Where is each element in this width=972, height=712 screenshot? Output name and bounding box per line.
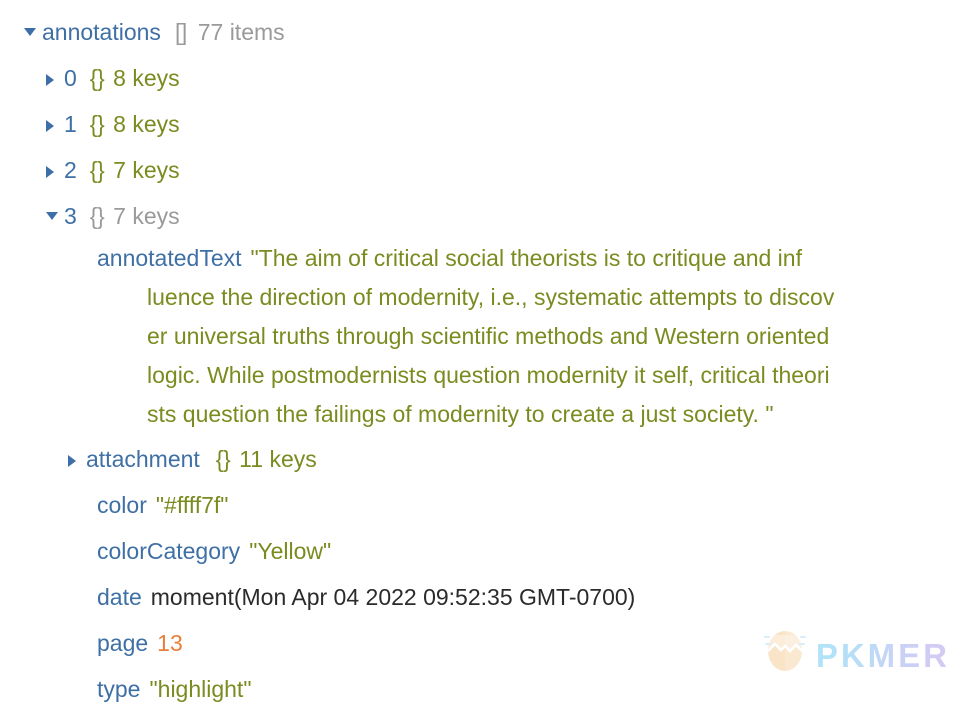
disclosure-triangle-right-icon[interactable] bbox=[46, 55, 64, 86]
attachment-key-count: 11 keys bbox=[239, 446, 317, 472]
property-value-page: 13 bbox=[157, 630, 183, 656]
tree-row-colorCategory[interactable]: colorCategory "Yellow" bbox=[0, 528, 972, 574]
annotatedText-line: sts question the failings of modernity t… bbox=[147, 401, 774, 427]
property-key-page: page bbox=[97, 630, 149, 656]
disclosure-triangle-right-icon[interactable] bbox=[46, 101, 64, 132]
tree-row-item-0[interactable]: 0 {} 8 keys bbox=[0, 55, 972, 101]
property-value-type: "highlight" bbox=[149, 676, 252, 702]
object-type-token: {} bbox=[215, 446, 231, 472]
item-index-label: 2 bbox=[64, 157, 77, 183]
item-key-count: 7 keys bbox=[113, 203, 180, 229]
item-key-count: 8 keys bbox=[113, 65, 180, 91]
item-key-count: 7 keys bbox=[113, 157, 180, 183]
object-type-token: {} bbox=[89, 157, 105, 183]
property-key-annotatedText: annotatedText bbox=[97, 245, 242, 271]
disclosure-triangle-down-icon[interactable] bbox=[46, 193, 64, 220]
property-key-color: color bbox=[97, 492, 147, 518]
tree-row-color[interactable]: color "#ffff7f" bbox=[0, 482, 972, 528]
property-key-type: type bbox=[97, 676, 141, 702]
property-value-date: moment(Mon Apr 04 2022 09:52:35 GMT-0700… bbox=[150, 584, 636, 610]
object-type-token: {} bbox=[89, 111, 105, 137]
item-index-label: 0 bbox=[64, 65, 77, 91]
object-type-token: {} bbox=[89, 65, 105, 91]
array-type-token: [] bbox=[174, 19, 187, 45]
tree-row-annotatedText[interactable]: annotatedText "The aim of critical socia… bbox=[0, 239, 972, 434]
property-key-attachment: attachment bbox=[86, 446, 200, 472]
property-value-color: "#ffff7f" bbox=[155, 492, 229, 518]
tree-row-item-1[interactable]: 1 {} 8 keys bbox=[0, 101, 972, 147]
root-key-label: annotations bbox=[42, 19, 161, 45]
property-key-colorCategory: colorCategory bbox=[97, 538, 241, 564]
item-key-count: 8 keys bbox=[113, 111, 180, 137]
property-value-colorCategory: "Yellow" bbox=[249, 538, 332, 564]
property-key-date: date bbox=[97, 584, 142, 610]
object-type-token: {} bbox=[89, 203, 105, 229]
item-index-label: 3 bbox=[64, 203, 77, 229]
annotatedText-line: "The aim of critical social theorists is… bbox=[250, 245, 802, 271]
annotatedText-line: luence the direction of modernity, i.e.,… bbox=[147, 284, 835, 310]
disclosure-triangle-right-icon[interactable] bbox=[46, 147, 64, 178]
disclosure-triangle-down-icon[interactable] bbox=[24, 9, 42, 36]
tree-row-item-2[interactable]: 2 {} 7 keys bbox=[0, 147, 972, 193]
annotatedText-line: logic. While postmodernists question mod… bbox=[147, 362, 830, 388]
tree-row-item-3[interactable]: 3 {} 7 keys bbox=[0, 193, 972, 239]
tree-row-attachment[interactable]: attachment {} 11 keys bbox=[0, 436, 972, 482]
tree-row-date[interactable]: date moment(Mon Apr 04 2022 09:52:35 GMT… bbox=[0, 574, 972, 620]
item-index-label: 1 bbox=[64, 111, 77, 137]
tree-row-type[interactable]: type "highlight" bbox=[0, 666, 972, 712]
disclosure-triangle-right-icon[interactable] bbox=[68, 436, 86, 467]
tree-row-root[interactable]: annotations [] 77 items bbox=[0, 9, 972, 55]
json-tree-viewer: annotations [] 77 items 0 {} 8 keys 1 {}… bbox=[0, 0, 972, 712]
annotatedText-line: er universal truths through scientific m… bbox=[147, 323, 830, 349]
tree-row-page[interactable]: page 13 bbox=[0, 620, 972, 666]
root-item-count: 77 items bbox=[197, 19, 285, 45]
